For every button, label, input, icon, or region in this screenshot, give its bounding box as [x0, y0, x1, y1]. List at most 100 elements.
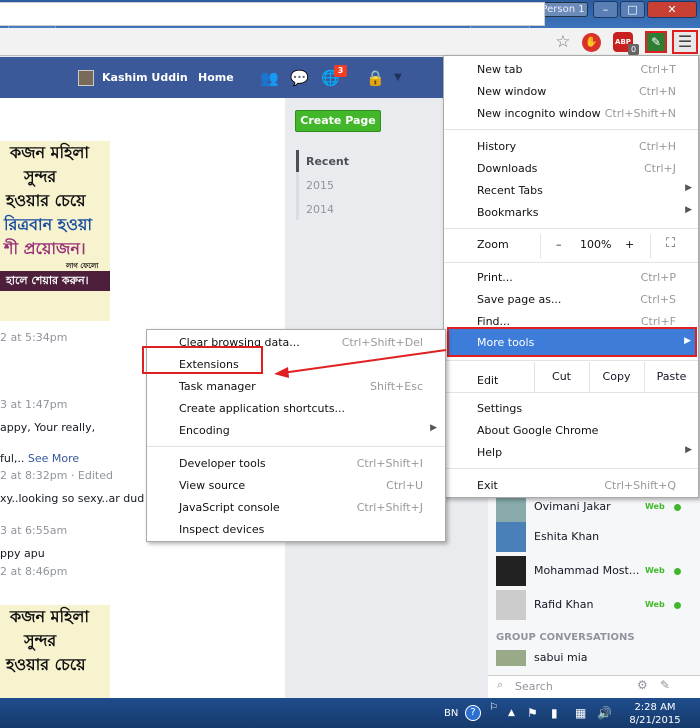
- chrome-menu: New tab Ctrl+T New window Ctrl+N New incog…: [443, 55, 699, 498]
- copy-button[interactable]: Copy: [589, 362, 643, 392]
- zoom-out-button[interactable]: –: [556, 238, 562, 251]
- paste-button[interactable]: Paste: [644, 362, 698, 392]
- post-image[interactable]: কজন মহিলা সুন্দর হওয়ার চেয়ে রিত্রবান হ…: [0, 141, 110, 321]
- chevron-up-icon[interactable]: ▲: [508, 708, 515, 718]
- post-timestamp[interactable]: 2 at 8:32pm · Edited: [0, 469, 113, 482]
- menu-item-save-page[interactable]: Save page as... Ctrl+S: [444, 289, 698, 311]
- submenu-item-create-shortcuts[interactable]: Create application shortcuts...: [147, 398, 445, 420]
- cut-button[interactable]: Cut: [534, 362, 588, 392]
- annotation-arrow: [274, 349, 447, 378]
- clock-time: 2:28 AM: [634, 702, 676, 713]
- banner-line: হওয়ার চেয়ে: [6, 191, 86, 210]
- menu-icon[interactable]: ☰: [672, 30, 698, 54]
- menu-item-history[interactable]: History Ctrl+H: [444, 136, 698, 158]
- submenu-item-javascript-console[interactable]: JavaScript console Ctrl+Shift+J: [147, 497, 445, 519]
- see-more-link[interactable]: See More: [28, 452, 79, 465]
- language-indicator[interactable]: BN: [444, 708, 458, 719]
- action-center-icon[interactable]: ⚑: [527, 706, 538, 720]
- privacy-lock-icon[interactable]: 🔒: [366, 69, 385, 87]
- chat-contact[interactable]: Rafid Khan Web: [488, 588, 700, 622]
- menu-item-bookmarks[interactable]: Bookmarks ▶: [444, 202, 698, 224]
- banner-line: সুন্দর: [24, 631, 57, 650]
- system-clock[interactable]: 2:28 AM 8/21/2015: [620, 701, 690, 727]
- post-timestamp[interactable]: 2 at 8:46pm: [0, 565, 67, 578]
- zoom-row: Zoom – 100% + ⛶: [444, 234, 698, 258]
- green-extension-icon[interactable]: ✎: [645, 31, 667, 53]
- power-icon[interactable]: ▮: [551, 706, 558, 720]
- zoom-value: 100%: [580, 238, 612, 251]
- banner-line: কজন মহিলা: [10, 607, 90, 626]
- help-icon[interactable]: ?: [465, 705, 481, 721]
- contact-name: Eshita Khan: [534, 530, 600, 543]
- menu-item-exit[interactable]: Exit Ctrl+Shift+Q: [444, 475, 698, 497]
- chat-contact[interactable]: Eshita Khan: [488, 520, 700, 554]
- banner-line: হালে শেয়ার করুন।: [0, 271, 110, 291]
- year-recent[interactable]: Recent: [306, 155, 349, 168]
- menu-separator: [444, 129, 698, 130]
- post-timestamp[interactable]: 3 at 1:47pm: [0, 398, 67, 411]
- post-timestamp[interactable]: 2 at 5:34pm: [0, 331, 67, 344]
- avatar[interactable]: [78, 70, 94, 86]
- submenu-item-inspect-devices[interactable]: Inspect devices: [147, 519, 445, 541]
- chat-contact[interactable]: Mohammad Most... Web: [488, 554, 700, 588]
- network-icon[interactable]: ▦: [575, 706, 586, 720]
- submenu-item-developer-tools[interactable]: Developer tools Ctrl+Shift+I: [147, 453, 445, 475]
- banner-line: রিত্রবান হওয়া: [4, 215, 93, 234]
- menu-item-new-window[interactable]: New window Ctrl+N: [444, 81, 698, 103]
- compose-icon[interactable]: ✎: [660, 678, 670, 692]
- submenu-item-view-source[interactable]: View source Ctrl+U: [147, 475, 445, 497]
- menu-item-recent-tabs[interactable]: Recent Tabs ▶: [444, 180, 698, 202]
- banner-line: লাগ ফেলো: [66, 262, 99, 270]
- menu-item-print[interactable]: Print... Ctrl+P: [444, 267, 698, 289]
- year-scrubber-selected: [296, 150, 299, 172]
- profile-button[interactable]: Person 1: [538, 2, 588, 17]
- adblock-badge: 0: [628, 44, 639, 55]
- submenu-item-encoding[interactable]: Encoding ▶: [147, 420, 445, 442]
- create-page-button[interactable]: Create Page: [295, 110, 381, 132]
- banner-line: শী প্রয়োজন।: [4, 239, 86, 258]
- menu-item-about[interactable]: About Google Chrome: [444, 420, 698, 442]
- star-icon[interactable]: ☆: [553, 32, 573, 52]
- year-2015[interactable]: 2015: [306, 179, 334, 192]
- messages-icon[interactable]: 💬: [290, 69, 309, 87]
- year-2014[interactable]: 2014: [306, 203, 334, 216]
- maximize-button[interactable]: □: [620, 1, 645, 18]
- address-bar[interactable]: [0, 2, 545, 26]
- menu-separator: [444, 228, 698, 229]
- menu-separator: [444, 360, 698, 361]
- contact-name: Mohammad Most...: [534, 564, 640, 577]
- group-name: sabui mia: [534, 651, 588, 664]
- gear-icon[interactable]: ⚙: [637, 678, 648, 692]
- contact-name: Ovimani Jakar: [534, 500, 611, 513]
- menu-item-new-incognito[interactable]: New incognito window Ctrl+Shift+N: [444, 103, 698, 125]
- notification-badge: 3: [334, 65, 347, 77]
- close-button[interactable]: ✕: [647, 1, 697, 18]
- edit-label: Edit: [477, 374, 499, 387]
- online-dot-icon: [674, 568, 681, 575]
- post-timestamp[interactable]: 3 at 6:55am: [0, 524, 67, 537]
- zoom-label: Zoom: [477, 238, 509, 251]
- menu-item-downloads[interactable]: Downloads Ctrl+J: [444, 158, 698, 180]
- menu-item-new-tab[interactable]: New tab Ctrl+T: [444, 59, 698, 81]
- tray-options-icon[interactable]: ⚐: [489, 702, 498, 713]
- menu-item-more-tools[interactable]: More tools ▶: [447, 327, 697, 357]
- zoom-in-button[interactable]: +: [625, 238, 634, 251]
- chevron-down-icon[interactable]: ▼: [394, 72, 402, 83]
- menu-item-help[interactable]: Help ▶: [444, 442, 698, 464]
- stop-extension-icon[interactable]: ✋: [582, 33, 601, 52]
- friend-requests-icon[interactable]: 👥: [260, 69, 279, 87]
- clock-date: 8/21/2015: [629, 715, 681, 726]
- avatar: [496, 650, 526, 666]
- post-image[interactable]: কজন মহিলা সুন্দর হওয়ার চেয়ে: [0, 605, 110, 700]
- home-link[interactable]: Home: [198, 71, 234, 84]
- chat-group[interactable]: sabui mia: [488, 648, 700, 668]
- profile-link[interactable]: Kashim Uddin: [102, 71, 188, 84]
- chat-sidebar: Ovimani Jakar Web Eshita Khan Mohammad M…: [488, 490, 700, 700]
- chat-search-placeholder: Search: [515, 680, 553, 693]
- menu-separator: [444, 392, 698, 393]
- menu-item-settings[interactable]: Settings: [444, 398, 698, 420]
- web-status: Web: [645, 600, 665, 609]
- fullscreen-icon[interactable]: ⛶: [666, 236, 675, 251]
- volume-icon[interactable]: 🔊: [597, 706, 612, 720]
- minimize-button[interactable]: –: [593, 1, 618, 18]
